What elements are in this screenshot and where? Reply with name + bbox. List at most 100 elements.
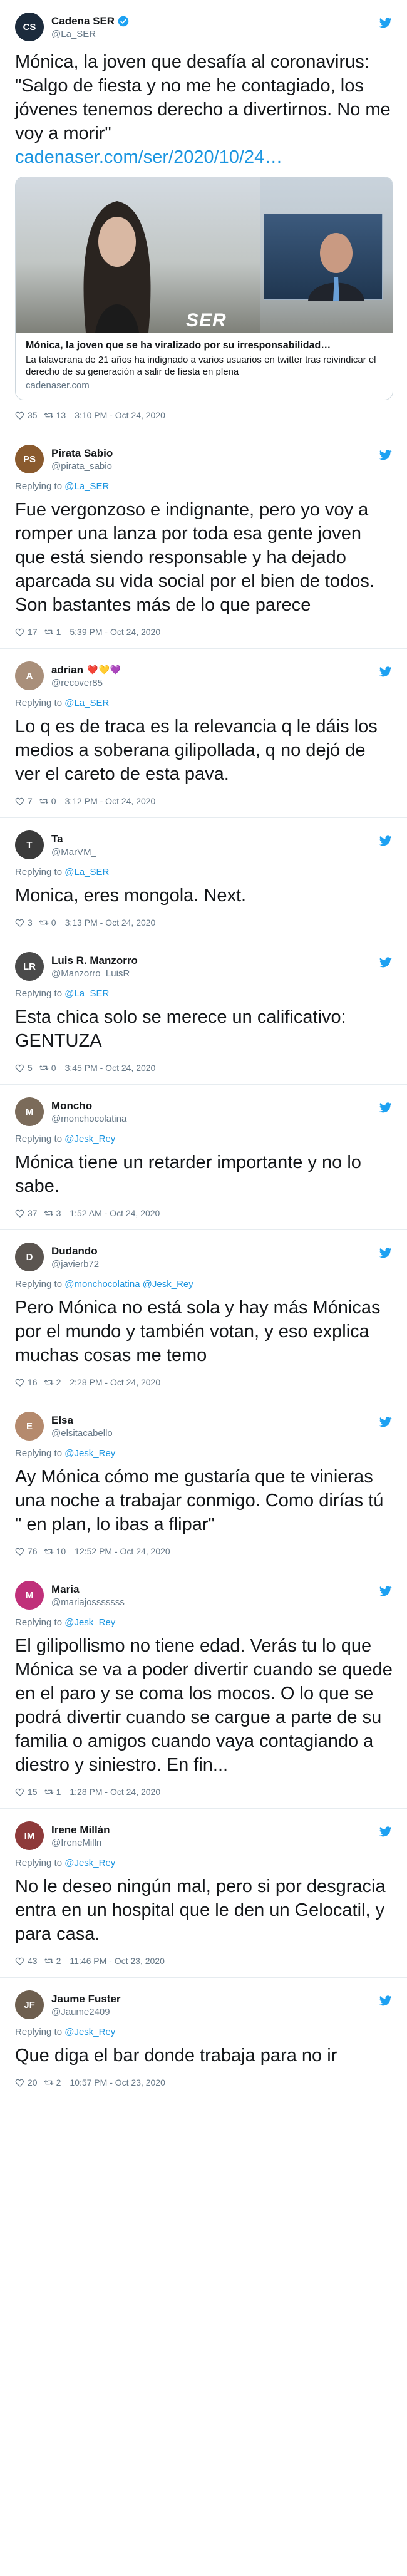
heart-icon[interactable] (15, 796, 25, 806)
reply-mention-link[interactable]: @Jesk_Rey (64, 2027, 115, 2037)
heart-icon[interactable] (15, 1546, 25, 1556)
reply-mention-link[interactable]: @Jesk_Rey (64, 1858, 115, 1868)
twitter-bird-icon[interactable] (379, 1248, 392, 1258)
retweet-action[interactable]: 1 (44, 627, 61, 637)
tweet-timestamp[interactable]: 3:13 PM - Oct 24, 2020 (65, 918, 156, 928)
author-name[interactable]: adrian (51, 664, 83, 676)
retweet-action[interactable]: 2 (44, 1956, 61, 1966)
retweet-icon[interactable] (39, 796, 49, 806)
like-action[interactable]: 76 (15, 1546, 38, 1556)
heart-icon[interactable] (15, 1377, 25, 1387)
avatar[interactable]: E (15, 1412, 44, 1441)
twitter-bird-icon[interactable] (379, 1417, 392, 1427)
tweet-timestamp[interactable]: 12:52 PM - Oct 24, 2020 (75, 1546, 170, 1556)
retweet-icon[interactable] (44, 1787, 54, 1797)
retweet-icon[interactable] (39, 1063, 49, 1073)
like-action[interactable]: 17 (15, 627, 38, 637)
author-name[interactable]: Ta (51, 833, 63, 846)
author-handle[interactable]: @MarVM_ (51, 847, 96, 857)
tweet-timestamp[interactable]: 3:45 PM - Oct 24, 2020 (65, 1063, 156, 1073)
link-card[interactable]: SER Mónica, la joven que se ha viralizado… (15, 177, 393, 400)
tweet[interactable]: D Dudando @javierb72 Replying to @monchocol… (0, 1230, 407, 1399)
tweet-timestamp[interactable]: 11:46 PM - Oct 23, 2020 (70, 1956, 165, 1966)
author-handle[interactable]: @recover85 (51, 678, 121, 688)
avatar[interactable]: A (15, 661, 44, 690)
reply-mention-link[interactable]: @Jesk_Rey (64, 1617, 115, 1628)
author-handle[interactable]: @javierb72 (51, 1259, 99, 1270)
reply-mention-link[interactable]: @La_SER (64, 481, 109, 492)
author-handle[interactable]: @monchocolatina (51, 1114, 126, 1124)
author-name[interactable]: Elsa (51, 1414, 73, 1427)
twitter-bird-icon[interactable] (379, 1102, 392, 1113)
author-name[interactable]: Cadena SER (51, 15, 115, 28)
tweet-link[interactable]: cadenaser.com/ser/2020/10/24… (15, 145, 393, 169)
twitter-bird-icon[interactable] (379, 666, 392, 677)
heart-icon[interactable] (15, 627, 25, 637)
avatar[interactable]: D (15, 1243, 44, 1271)
reply-mention-link[interactable]: @La_SER (64, 867, 109, 877)
retweet-icon[interactable] (44, 1377, 54, 1387)
tweet[interactable]: CS Cadena SER @La_SER Mónica, la joven que … (0, 0, 407, 432)
avatar[interactable]: IM (15, 1821, 44, 1850)
like-action[interactable]: 15 (15, 1787, 38, 1797)
retweet-icon[interactable] (44, 410, 54, 420)
like-action[interactable]: 43 (15, 1956, 38, 1966)
heart-icon[interactable] (15, 1956, 25, 1966)
like-action[interactable]: 35 (15, 410, 38, 420)
twitter-bird-icon[interactable] (379, 1826, 392, 1837)
tweet-timestamp[interactable]: 5:39 PM - Oct 24, 2020 (70, 627, 160, 637)
author-handle[interactable]: @La_SER (51, 29, 129, 39)
retweet-action[interactable]: 2 (44, 2077, 61, 2087)
retweet-action[interactable]: 0 (39, 1063, 56, 1073)
author-name[interactable]: Pirata Sabio (51, 447, 113, 460)
tweet[interactable]: M Moncho @monchocolatina Replying to @Jesk_… (0, 1085, 407, 1230)
avatar[interactable]: M (15, 1097, 44, 1126)
author-name[interactable]: Luis R. Manzorro (51, 954, 138, 967)
retweet-action[interactable]: 2 (44, 1377, 61, 1387)
tweet[interactable]: E Elsa @elsitacabello Replying to @Jesk_Rey… (0, 1399, 407, 1568)
author-handle[interactable]: @Manzorro_LuisR (51, 968, 138, 979)
retweet-icon[interactable] (44, 627, 54, 637)
tweet[interactable]: M Maria @mariajosssssss Replying to @Jesk_R… (0, 1568, 407, 1809)
tweet[interactable]: PS Pirata Sabio @pirata_sabio Replying to @… (0, 432, 407, 649)
retweet-icon[interactable] (44, 2077, 54, 2087)
tweet-timestamp[interactable]: 3:10 PM - Oct 24, 2020 (75, 410, 165, 420)
heart-icon[interactable] (15, 2077, 25, 2087)
retweet-action[interactable]: 10 (44, 1546, 66, 1556)
author-handle[interactable]: @IreneMilln (51, 1838, 110, 1848)
reply-mention-link[interactable]: @Jesk_Rey (64, 1448, 115, 1459)
retweet-action[interactable]: 3 (44, 1208, 61, 1218)
reply-mention-link[interactable]: @Jesk_Rey (64, 1134, 115, 1144)
retweet-icon[interactable] (44, 1208, 54, 1218)
author-name[interactable]: Moncho (51, 1100, 92, 1112)
tweet-timestamp[interactable]: 3:12 PM - Oct 24, 2020 (65, 796, 156, 806)
avatar[interactable]: PS (15, 445, 44, 473)
like-action[interactable]: 3 (15, 918, 33, 928)
like-action[interactable]: 37 (15, 1208, 38, 1218)
avatar[interactable]: CS (15, 13, 44, 41)
heart-icon[interactable] (15, 410, 25, 420)
like-action[interactable]: 7 (15, 796, 33, 806)
tweet-timestamp[interactable]: 10:57 PM - Oct 23, 2020 (70, 2077, 165, 2087)
author-handle[interactable]: @elsitacabello (51, 1428, 113, 1439)
twitter-bird-icon[interactable] (379, 1586, 392, 1596)
tweet-timestamp[interactable]: 1:28 PM - Oct 24, 2020 (70, 1787, 160, 1797)
retweet-action[interactable]: 13 (44, 410, 66, 420)
avatar[interactable]: JF (15, 1990, 44, 2019)
author-name[interactable]: Jaume Fuster (51, 1993, 121, 2005)
tweet[interactable]: Aadrian ❤️💛💜 @recover85 Replying to @La_SER… (0, 649, 407, 818)
like-action[interactable]: 5 (15, 1063, 33, 1073)
retweet-icon[interactable] (44, 1546, 54, 1556)
twitter-bird-icon[interactable] (379, 957, 392, 968)
twitter-bird-icon[interactable] (379, 835, 392, 846)
twitter-bird-icon[interactable] (379, 1995, 392, 2006)
author-handle[interactable]: @pirata_sabio (51, 461, 113, 472)
tweet-timestamp[interactable]: 1:52 AM - Oct 24, 2020 (70, 1208, 160, 1218)
author-handle[interactable]: @mariajosssssss (51, 1597, 125, 1608)
reply-mention-link[interactable]: @La_SER (64, 698, 109, 708)
heart-icon[interactable] (15, 918, 25, 928)
like-action[interactable]: 20 (15, 2077, 38, 2087)
tweet[interactable]: T Ta @MarVM_ Replying to @La_SER Monica, ere… (0, 818, 407, 939)
author-handle[interactable]: @Jaume2409 (51, 2007, 121, 2017)
reply-mention-link[interactable]: @La_SER (64, 988, 109, 999)
